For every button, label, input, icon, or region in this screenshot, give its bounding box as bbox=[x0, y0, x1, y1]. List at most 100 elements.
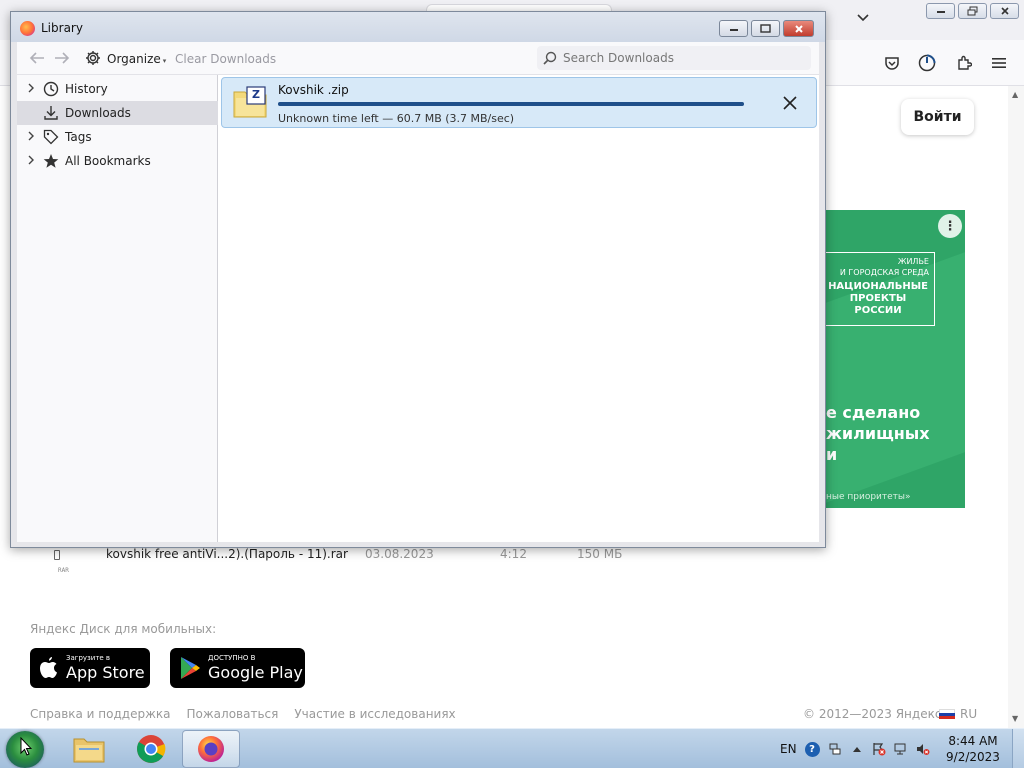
library-client-area: Organize▾ Clear Downloads History bbox=[17, 42, 819, 542]
file-date: 03.08.2023 bbox=[365, 547, 434, 561]
library-window: Library Organize ▾ Clear Downloads Searc… bbox=[10, 11, 826, 548]
footer-link-research[interactable]: Участие в исследованиях bbox=[294, 707, 455, 721]
search-icon bbox=[543, 51, 557, 65]
sidebar-item-downloads[interactable]: Downloads bbox=[17, 101, 218, 125]
file-list-row[interactable]: RAR kovshik free antiVi...2).(Пароль - 1… bbox=[0, 545, 1000, 575]
folder-icon bbox=[73, 738, 105, 763]
network-icon[interactable] bbox=[828, 742, 842, 756]
taskbar-firefox[interactable] bbox=[182, 730, 240, 768]
clock-time: 8:44 AM bbox=[948, 734, 998, 748]
browser-window-controls bbox=[926, 3, 1019, 19]
file-size: 150 МБ bbox=[577, 547, 623, 561]
scroll-down-arrow-icon[interactable]: ▼ bbox=[1012, 714, 1018, 723]
clock-icon bbox=[43, 81, 59, 97]
browser-restore-button[interactable] bbox=[958, 3, 987, 19]
download-progress-bar bbox=[278, 102, 744, 106]
show-hidden-icons-icon[interactable] bbox=[850, 742, 864, 756]
download-item[interactable]: Z Kovshik .zip Unknown time left — 60.7 … bbox=[221, 77, 817, 128]
file-time: 4:12 bbox=[500, 547, 527, 561]
cancel-download-icon[interactable] bbox=[782, 95, 798, 111]
tag-icon bbox=[43, 129, 59, 145]
sidebar-item-all-bookmarks[interactable]: All Bookmarks bbox=[17, 149, 218, 173]
footer-link-report[interactable]: Пожаловаться bbox=[187, 707, 279, 721]
footer-link-support[interactable]: Справка и поддержка bbox=[30, 707, 171, 721]
taskbar-file-explorer[interactable] bbox=[60, 730, 118, 768]
sidebar-item-label: History bbox=[65, 82, 108, 96]
download-icon bbox=[43, 105, 59, 121]
expand-twisty-icon[interactable] bbox=[27, 131, 39, 144]
expand-twisty-icon[interactable] bbox=[27, 155, 39, 168]
sidebar-item-history[interactable]: History bbox=[17, 77, 218, 101]
russia-flag-icon bbox=[939, 708, 955, 720]
pocket-icon[interactable] bbox=[883, 54, 901, 72]
back-arrow-icon[interactable] bbox=[29, 51, 45, 69]
downloads-progress-icon[interactable] bbox=[918, 54, 936, 72]
login-button[interactable]: Войти bbox=[901, 99, 974, 135]
google-play-button[interactable]: ДОСТУПНО В Google Play bbox=[170, 648, 305, 688]
system-tray: EN ? bbox=[770, 729, 930, 768]
browser-close-button[interactable] bbox=[990, 3, 1019, 19]
taskbar-clock[interactable]: 8:44 AM 9/2/2023 bbox=[943, 733, 1003, 765]
app-store-button[interactable]: Загрузите в App Store bbox=[30, 648, 150, 688]
advertisement-banner[interactable]: ЖИЛЬЕ И ГОРОДСКАЯ СРЕДА НАЦИОНАЛЬНЫЕ ПРО… bbox=[826, 210, 965, 508]
minimize-button[interactable] bbox=[719, 20, 748, 37]
library-window-controls bbox=[719, 20, 814, 37]
forward-arrow-icon[interactable] bbox=[54, 51, 70, 69]
browser-minimize-button[interactable] bbox=[926, 3, 955, 19]
ad-headline: е сделано жилищных и bbox=[826, 403, 930, 464]
volume-muted-icon[interactable] bbox=[916, 742, 930, 756]
taskbar-chrome[interactable] bbox=[122, 730, 180, 768]
ad-footer-text: ные приоритеты» bbox=[826, 492, 911, 502]
star-icon bbox=[43, 153, 59, 169]
ad-category-line1: ЖИЛЬЕ bbox=[897, 257, 929, 266]
ad-menu-icon[interactable]: ⋮ bbox=[938, 214, 962, 238]
extensions-icon[interactable] bbox=[955, 54, 973, 72]
sidebar-item-label: Downloads bbox=[65, 106, 131, 120]
firefox-icon bbox=[198, 736, 224, 762]
list-all-tabs-icon[interactable] bbox=[856, 12, 870, 27]
page-scrollbar[interactable] bbox=[1008, 86, 1024, 728]
sidebar-item-label: Tags bbox=[65, 130, 92, 144]
rar-file-icon: RAR bbox=[50, 550, 81, 575]
maximize-button[interactable] bbox=[751, 20, 780, 37]
google-play-small-text: ДОСТУПНО В bbox=[208, 654, 256, 662]
library-titlebar[interactable]: Library bbox=[11, 12, 825, 42]
copyright: © 2012—2023 Яндекс bbox=[803, 707, 942, 721]
apple-icon bbox=[40, 657, 57, 678]
download-filename: Kovshik .zip bbox=[278, 83, 349, 97]
network-status-icon[interactable] bbox=[894, 742, 908, 756]
search-box[interactable] bbox=[537, 46, 811, 70]
library-sidebar: History Downloads Tags All Bookmarks bbox=[17, 75, 218, 542]
action-center-flag-icon[interactable] bbox=[872, 742, 886, 756]
search-downloads-input[interactable] bbox=[563, 51, 803, 65]
clear-downloads-button[interactable]: Clear Downloads bbox=[175, 52, 276, 66]
expand-twisty-icon[interactable] bbox=[27, 83, 39, 96]
scroll-up-arrow-icon[interactable]: ▲ bbox=[1012, 90, 1018, 99]
language-label: RU bbox=[960, 707, 978, 721]
menu-hamburger-icon[interactable] bbox=[990, 54, 1008, 72]
close-button[interactable] bbox=[783, 20, 814, 37]
language-selector[interactable]: RU bbox=[939, 707, 977, 721]
download-progress-fill bbox=[278, 102, 744, 106]
ad-category: ЖИЛЬЕ И ГОРОДСКАЯ СРЕДА bbox=[826, 256, 929, 278]
app-store-big-text: App Store bbox=[66, 663, 145, 682]
window-title: Library bbox=[41, 21, 83, 35]
download-status: Unknown time left — 60.7 MB (3.7 MB/sec) bbox=[278, 112, 515, 125]
firefox-logo-icon bbox=[20, 21, 35, 36]
clock-date: 9/2/2023 bbox=[946, 750, 1000, 764]
input-language-indicator[interactable]: EN bbox=[780, 742, 797, 756]
library-toolbar: Organize ▾ Clear Downloads bbox=[17, 42, 819, 75]
help-icon[interactable]: ? bbox=[804, 741, 820, 757]
mobile-apps-label: Яндекс Диск для мобильных: bbox=[30, 622, 217, 636]
show-desktop-button[interactable] bbox=[1012, 729, 1024, 768]
mouse-cursor-icon bbox=[20, 737, 32, 756]
chrome-icon bbox=[137, 735, 166, 763]
file-name[interactable]: kovshik free antiVi...2).(Пароль - 11).r… bbox=[106, 547, 348, 561]
sidebar-item-tags[interactable]: Tags bbox=[17, 125, 218, 149]
zip-file-icon: Z bbox=[233, 86, 267, 118]
organize-menu-button[interactable]: Organize ▾ bbox=[107, 52, 166, 66]
sidebar-item-label: All Bookmarks bbox=[65, 154, 151, 168]
chevron-down-icon: ▾ bbox=[162, 57, 167, 65]
gear-icon[interactable] bbox=[85, 50, 101, 66]
ad-category-line2: И ГОРОДСКАЯ СРЕДА bbox=[839, 268, 929, 277]
